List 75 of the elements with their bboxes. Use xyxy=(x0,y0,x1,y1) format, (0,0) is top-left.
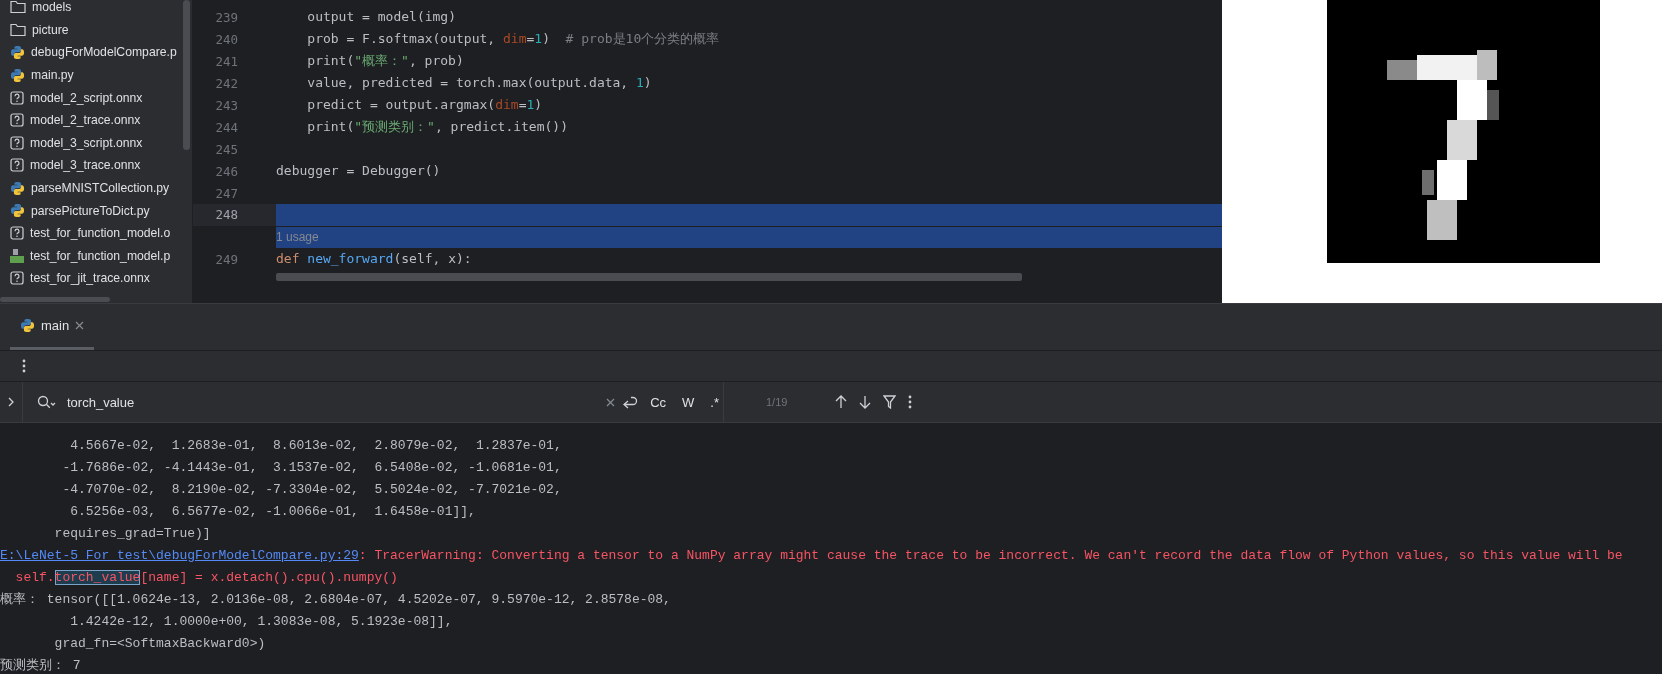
search-option[interactable]: .* xyxy=(706,392,723,412)
file-name[interactable]: model_2_script.onnx xyxy=(30,90,143,105)
file-name[interactable]: debugForModelCompare.p xyxy=(31,45,177,60)
code-line: output = model(img) xyxy=(306,8,457,26)
file-name[interactable]: test_for_function_model.p xyxy=(30,248,171,263)
scrollbar[interactable] xyxy=(276,273,1022,281)
file-name[interactable]: model_3_script.onnx xyxy=(30,135,143,150)
close-icon[interactable] xyxy=(75,321,85,330)
filter-icon[interactable] xyxy=(883,395,897,409)
unknown-file-icon xyxy=(10,271,24,286)
console-line: 1.4242e-12, 1.0000e+00, 1.3083e-08, 5.1923e-08]], xyxy=(69,613,454,631)
line-number: 243 xyxy=(214,97,239,113)
line-number: 247 xyxy=(214,185,239,201)
line-number: 240 xyxy=(214,31,239,47)
console-line: 4.5667e-02, 1.2683e-01, 8.6013e-02, 2.8079e-02, 1.2837e-01, xyxy=(69,437,563,455)
console-line: -1.7686e-02, -4.1443e-01, 3.1537e-02, 6.5408e-02, -1.0681e-01, xyxy=(61,459,563,477)
search-icon[interactable] xyxy=(37,395,57,409)
chevron-right-icon[interactable] xyxy=(8,397,14,407)
file-name[interactable]: model_3_trace.onnx xyxy=(30,158,141,173)
more-icon[interactable] xyxy=(22,359,26,373)
file-name[interactable]: parseMNISTCollection.py xyxy=(31,181,170,196)
python-icon xyxy=(10,180,25,196)
console-line: 6.5256e-03, 6.5677e-02, -1.0066e-01, 1.6458e-01]], xyxy=(69,503,477,521)
python-icon xyxy=(10,45,25,60)
code-line: debugger = Debugger() xyxy=(276,162,442,180)
folder-icon xyxy=(10,0,26,15)
folder-icon xyxy=(10,22,26,37)
line-number: 242 xyxy=(214,75,239,91)
clear-icon[interactable] xyxy=(606,397,616,407)
warning-text: : TracerWarning: Converting a tensor to a NumPy array might cause the trace to be incorrect. We can't record the data flow of Python values, so this value will be xyxy=(358,548,1623,563)
file-link[interactable]: E:\LeNet-5_For_test\debugForModelCompare.py:29 xyxy=(0,548,359,563)
python-icon xyxy=(20,318,35,333)
line-number: 239 xyxy=(214,9,239,25)
down-arrow-icon[interactable] xyxy=(859,395,872,409)
code-line: predict = output.argmax(dim=1) xyxy=(306,96,544,114)
console-line: requires_grad=True)] xyxy=(53,525,212,543)
console-line: 预测类别： 7 xyxy=(0,657,82,674)
code-line: print("预测类别：", predict.item()) xyxy=(306,118,569,136)
unknown-file-icon xyxy=(10,226,24,241)
file-icon xyxy=(10,247,24,264)
unknown-file-icon xyxy=(10,113,24,128)
search-option[interactable]: Cc xyxy=(646,392,671,412)
match-count: 1/19 xyxy=(766,396,788,408)
file-name[interactable]: test_for_jit_trace.onnx xyxy=(30,271,150,286)
console-line: grad_fn=<SoftmaxBackward0>) xyxy=(53,635,267,653)
code-line: print("概率：", prob) xyxy=(306,52,465,70)
line-number: 249 xyxy=(214,251,239,267)
scrollbar[interactable] xyxy=(183,0,190,150)
code-line: prob = F.softmax(output, dim=1) # prob是10个分类的概率 xyxy=(306,30,721,48)
more-icon[interactable] xyxy=(908,395,913,409)
file-name[interactable]: picture xyxy=(32,22,69,37)
file-name[interactable]: parsePictureToDict.py xyxy=(31,203,150,218)
line-number: 241 xyxy=(214,53,239,69)
search-option[interactable]: W xyxy=(678,392,699,412)
code-line: value, predicted = torch.max(output.data, 1) xyxy=(306,74,653,92)
console-line: 概率： tensor([[1.0624e-13, 2.0136e-08, 2.6804e-07, 4.5202e-07, 9.5970e-12, 2.8578e-08, xyxy=(0,591,672,609)
file-name[interactable]: model_2_trace.onnx xyxy=(30,113,141,128)
line-number: 244 xyxy=(214,119,239,135)
line-number: 245 xyxy=(214,141,239,157)
line-number: 248 xyxy=(193,204,276,226)
console-line: -4.7070e-02, 8.2190e-02, -7.3304e-02, 5.5024e-02, -7.7021e-02, xyxy=(61,481,563,499)
scrollbar[interactable] xyxy=(0,297,110,302)
file-name[interactable]: main.py xyxy=(31,68,74,83)
unknown-file-icon xyxy=(10,90,24,105)
python-icon xyxy=(10,203,25,219)
file-name[interactable]: test_for_function_model.o xyxy=(30,226,171,241)
unknown-file-icon xyxy=(10,158,24,173)
wrap-icon[interactable] xyxy=(623,395,639,409)
unknown-file-icon xyxy=(10,135,24,150)
file-name[interactable]: models xyxy=(32,0,72,15)
up-arrow-icon[interactable] xyxy=(835,395,848,409)
line-number: 246 xyxy=(214,163,239,179)
search-field[interactable]: torch_value xyxy=(65,393,599,411)
code-line: def new_forward(self, x): xyxy=(276,250,473,268)
python-icon xyxy=(10,67,25,83)
